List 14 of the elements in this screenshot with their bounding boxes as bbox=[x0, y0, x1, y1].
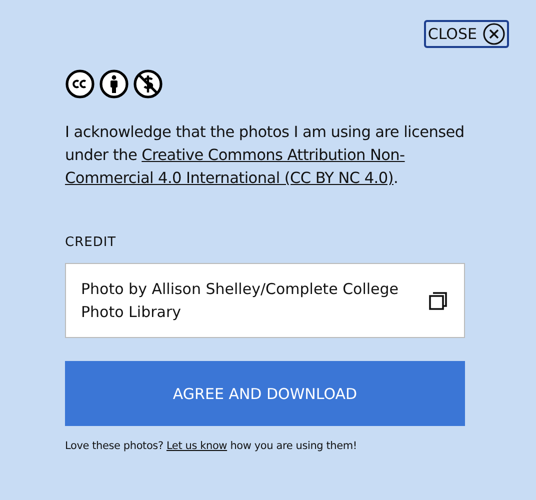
feedback-link[interactable]: Let us know bbox=[166, 440, 228, 452]
license-link[interactable]: Commercial 4.0 International (CC BY NC 4.0) bbox=[65, 169, 394, 187]
no-dollar-icon bbox=[133, 69, 163, 99]
person-icon bbox=[99, 69, 129, 99]
license-text: I acknowledge that the photos I am using are licensed under the Creative Commons Attribution Non- Commercial 4.0 International (CC BY NC 4.0). bbox=[65, 122, 465, 189]
credit-label: CREDIT bbox=[65, 235, 118, 250]
credit-text: Photo by Allison Shelley/Complete College Photo Library bbox=[81, 278, 400, 322]
close-icon bbox=[483, 23, 505, 45]
footer-text: Love these photos? Let us know how you are using them! bbox=[65, 440, 358, 452]
close-button[interactable]: CLOSE bbox=[424, 20, 509, 48]
agree-download-button[interactable]: AGREE AND DOWNLOAD bbox=[65, 361, 465, 426]
license-link[interactable]: Creative Commons Attribution Non- bbox=[142, 146, 405, 164]
credit-field[interactable]: Photo by Allison Shelley/Complete College Photo Library bbox=[65, 263, 465, 338]
cc-icon bbox=[65, 69, 95, 99]
